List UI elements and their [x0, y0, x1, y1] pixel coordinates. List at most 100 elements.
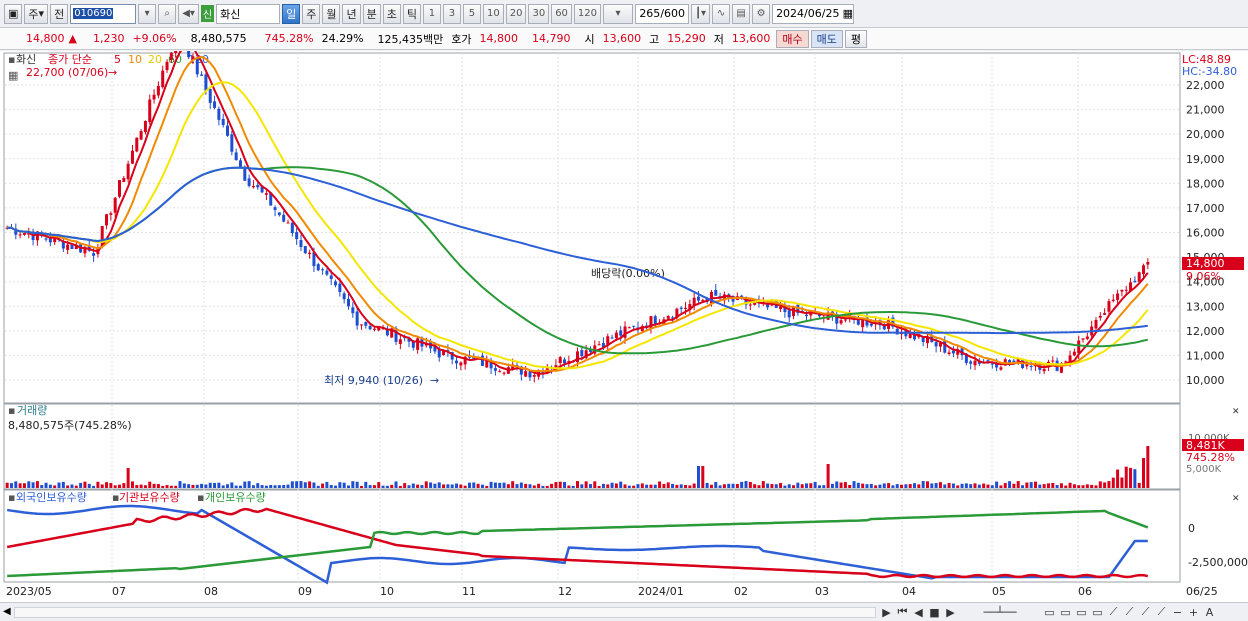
candle-body	[934, 342, 938, 347]
stock-name-field[interactable]: 화신	[216, 3, 281, 24]
tab-minute[interactable]: 분	[362, 3, 381, 24]
volume-bar	[221, 485, 225, 488]
stop-icon[interactable]: ■	[928, 605, 941, 619]
code-dropdown-icon[interactable]: ▾	[138, 3, 157, 24]
calendar-icon[interactable]: ▦	[843, 7, 853, 20]
layout-icon-2[interactable]: ▭	[1059, 605, 1072, 619]
interval-60[interactable]: 60	[551, 3, 572, 24]
volume-bar	[316, 485, 320, 488]
volume-bar	[187, 484, 191, 488]
text-icon[interactable]: A	[1203, 605, 1216, 619]
next-page-icon[interactable]: ▶	[944, 605, 957, 619]
horizontal-scrollbar[interactable]	[14, 607, 876, 618]
volume-bar	[57, 482, 61, 488]
scroll-left-icon[interactable]: ◀	[3, 606, 11, 617]
draw-icon-4[interactable]: ⟋	[1155, 605, 1168, 619]
indicator-icon[interactable]: ∿	[712, 3, 731, 24]
volume-bar	[398, 485, 402, 488]
volume-bar	[524, 483, 528, 488]
draw-icon-1[interactable]: ⟋	[1107, 605, 1120, 619]
sell-button[interactable]: 매도	[810, 29, 843, 48]
interval-custom[interactable]: ▾	[603, 3, 634, 24]
volume-bar	[243, 481, 247, 488]
interval-3[interactable]: 3	[442, 3, 461, 24]
candle-body	[666, 316, 670, 319]
eval-button[interactable]: 평	[844, 29, 868, 48]
zoom-out-icon[interactable]: −	[1171, 605, 1184, 619]
candle-body	[247, 178, 251, 186]
tab-month[interactable]: 월	[322, 3, 341, 24]
volume-bar	[44, 482, 48, 488]
x-tick-11: 11	[462, 585, 476, 598]
prev-page-icon[interactable]: ◀	[912, 605, 925, 619]
layout-icon-4[interactable]: ▭	[1091, 605, 1104, 619]
tab-day[interactable]: 일	[282, 3, 301, 24]
candle-type-icon[interactable]: ┃▾	[691, 3, 711, 24]
date-field[interactable]: 2024/06/25 ▦	[772, 3, 855, 24]
candle-body	[1107, 301, 1111, 312]
volume-bar	[584, 481, 588, 488]
candle-body	[455, 360, 459, 364]
buy-button[interactable]: 매수	[776, 29, 809, 48]
volume-bar	[610, 482, 614, 488]
volume-bar	[1038, 484, 1042, 488]
save-icon[interactable]: ▤	[732, 3, 751, 24]
interval-120[interactable]: 120	[573, 3, 602, 24]
stock-code-input[interactable]: 010690	[70, 3, 137, 24]
chart-area[interactable]: ▪ 화신 ▦ 종가 단순 5 10 20 60 120 22,700 (07/0…	[0, 31, 1248, 603]
tab-year[interactable]: 년	[342, 3, 361, 24]
volume-bar	[420, 485, 424, 488]
count-total: /600	[660, 7, 686, 20]
zoom-slider[interactable]: ──┴──	[960, 605, 1040, 619]
layout-icon-3[interactable]: ▭	[1075, 605, 1088, 619]
draw-icon-2[interactable]: ⟋	[1123, 605, 1136, 619]
holders-panel-close-icon[interactable]: ✕	[1232, 494, 1240, 504]
volume-bar	[18, 483, 22, 488]
volume-panel-close-icon[interactable]: ✕	[1232, 407, 1240, 417]
candle-body	[532, 375, 536, 377]
volume-bar	[351, 481, 355, 488]
stock-chart-svg[interactable]: ▪ 화신 ▦ 종가 단순 5 10 20 60 120 22,700 (07/0…	[0, 31, 1248, 603]
chart-menu-icon[interactable]: ▣	[4, 3, 23, 24]
candle-body	[148, 99, 152, 122]
candle-body	[1103, 313, 1107, 315]
current-price: 14,800	[26, 32, 65, 45]
volume-bar	[282, 485, 286, 488]
zoom-in-icon[interactable]: +	[1187, 605, 1200, 619]
interval-5[interactable]: 5	[462, 3, 481, 24]
volume-bar	[256, 483, 260, 488]
volume-bar	[865, 484, 869, 488]
tab-tick[interactable]: 틱	[402, 3, 421, 24]
interval-10[interactable]: 10	[482, 3, 504, 24]
tab-second[interactable]: 초	[382, 3, 401, 24]
gear-icon[interactable]: ⚙	[752, 3, 771, 24]
interval-20[interactable]: 20	[505, 3, 527, 24]
period-select[interactable]: 주 ▾	[24, 3, 49, 24]
layout-icon-1[interactable]: ▭	[1043, 605, 1056, 619]
volume-bar	[895, 484, 899, 488]
count-field[interactable]: 265/600	[635, 3, 690, 24]
search-icon[interactable]: ⌕	[158, 3, 177, 24]
candle-body	[290, 222, 294, 234]
first-icon[interactable]: ⏮	[896, 605, 909, 619]
prev-button[interactable]: 전	[50, 3, 69, 24]
lock-icon[interactable]: ▦	[8, 69, 18, 82]
interval-30[interactable]: 30	[528, 3, 550, 24]
interval-1[interactable]: 1	[422, 3, 441, 24]
tab-week[interactable]: 주	[302, 3, 321, 24]
draw-icon-3[interactable]: ⟋	[1139, 605, 1152, 619]
volume-bar	[826, 464, 830, 488]
candle-body	[200, 74, 204, 76]
volume-bar	[485, 485, 489, 488]
volume-bar	[1103, 482, 1107, 488]
candle-body	[152, 94, 156, 100]
volume-bar	[238, 485, 242, 488]
price-y-tick: 12,000	[1186, 325, 1225, 338]
volume-bar	[506, 484, 510, 488]
volume-bar	[614, 483, 618, 488]
volume-bar	[342, 482, 346, 488]
scroll-right-icon[interactable]: ▶	[880, 605, 893, 619]
volume-bar	[394, 481, 398, 488]
hc-label: HC:-34.80	[1182, 65, 1237, 78]
speaker-icon[interactable]: ◀▾	[178, 3, 199, 24]
